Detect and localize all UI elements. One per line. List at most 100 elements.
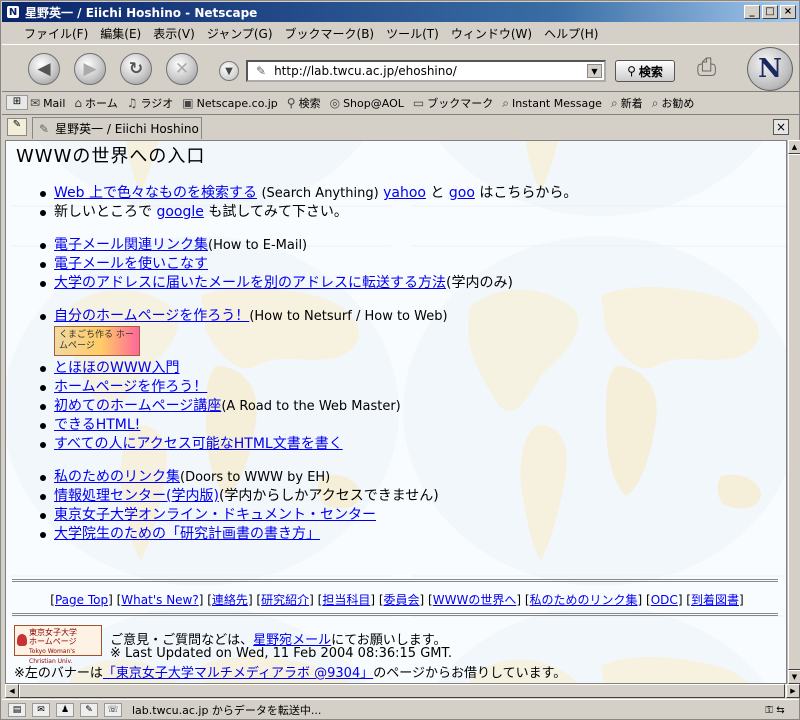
link-research-plan[interactable]: 大学院生のための「研究計画書の書き方」 (54, 526, 320, 542)
address-book-icon[interactable]: ☏ (104, 703, 122, 717)
link-tohoho[interactable]: とほほのWWW入門 (54, 360, 180, 376)
list-item: すべての人にアクセス可能なHTML文書を書く (38, 435, 778, 454)
homepage-links-list: 自分のホームページを作ろう！(How to Netsurf / How to W… (38, 307, 778, 326)
link-accessible-html[interactable]: すべての人にアクセス可能なHTML文書を書く (54, 436, 343, 452)
toolbar-item-netscape[interactable]: ▣ Netscape.co.jp (182, 96, 278, 110)
composer-icon[interactable]: ✎ (80, 703, 98, 717)
bookmark-icon: ⌕ (610, 95, 618, 110)
toolbar-item-home[interactable]: ⌂ ホーム (74, 95, 117, 111)
link-goo[interactable]: goo (449, 185, 475, 201)
toolbar-item-shop[interactable]: ◎ Shop@AOL (330, 96, 404, 110)
separator-bottom (12, 613, 778, 616)
link-odc[interactable]: 東京女子大学オンライン・ドキュメント・センター (54, 507, 376, 523)
aim-icon[interactable]: ♟ (56, 703, 74, 717)
scroll-right-button[interactable]: ▶ (786, 684, 800, 698)
menu-bar: ファイル(F) 編集(E) 表示(V) ジャンプ(G) ブックマーク(B) ツー… (2, 23, 799, 43)
toolbar-item-radio[interactable]: ♫ ラジオ (127, 95, 174, 111)
footer-link-www-world[interactable]: WWWの世界へ (433, 593, 517, 607)
menu-edit[interactable]: 編集(E) (94, 25, 147, 42)
footer-link-page-top[interactable]: Page Top (55, 593, 108, 607)
toolbar-item-search[interactable]: ⚲ 検索 (287, 95, 321, 111)
netscape-logo[interactable]: N (747, 47, 793, 91)
mail-icon[interactable]: ✉ (32, 703, 50, 717)
footer-link-contact[interactable]: 連絡先 (212, 593, 248, 607)
close-tab-button[interactable]: × (773, 119, 789, 135)
page-proxy-icon[interactable]: ✎ (256, 64, 266, 78)
link-create-homepage[interactable]: ホームページを作ろう！ (54, 379, 207, 395)
maximize-button[interactable]: □ (762, 5, 778, 19)
menu-tools[interactable]: ツール(T) (380, 25, 445, 42)
menu-window[interactable]: ウィンドウ(W) (445, 25, 538, 42)
footer-link-research[interactable]: 研究紹介 (261, 593, 309, 607)
page-footer: 東京女子大学 ホームページ Tokyo Woman's Christian Un… (14, 625, 566, 683)
menu-go[interactable]: ジャンプ(G) (201, 25, 279, 42)
separator-top (12, 579, 778, 582)
back-button[interactable]: ◀ (28, 53, 60, 85)
sidebar-toggle-icon[interactable]: ▤ (8, 703, 26, 717)
minimize-button[interactable]: _ (744, 5, 760, 19)
list-item: 電子メールを使いこなす (38, 255, 778, 274)
security-lock-icon[interactable]: ⚿ ⇆ (751, 705, 799, 716)
toolbar-item-instant-message[interactable]: ⌕ Instant Message (502, 96, 602, 111)
scroll-down-button[interactable]: ▼ (788, 670, 800, 684)
menu-view[interactable]: 表示(V) (147, 25, 201, 42)
toolbar-item-new[interactable]: ⌕ 新着 (611, 95, 643, 111)
toolbar-item-mail[interactable]: ✉ Mail (30, 96, 65, 110)
menu-file[interactable]: ファイル(F) (18, 25, 94, 42)
title-bar[interactable]: N 星野英一 / Eiichi Hoshino - Netscape _ □ × (2, 2, 799, 22)
mail-icon: ✉ (30, 96, 41, 110)
link-email-howto[interactable]: 電子メールを使いこなす (54, 256, 208, 272)
page-heading: WWWの世界への入口 (16, 146, 206, 167)
list-item: 大学のアドレスに届いたメールを別のアドレスに転送する方法(学内のみ) (38, 274, 778, 293)
list-item: 初めてのホームページ講座(A Road to the Web Master) (38, 397, 778, 416)
menu-bookmarks[interactable]: ブックマーク(B) (279, 25, 381, 42)
tab-current[interactable]: ✎ 星野英一 / Eiichi Hoshino (32, 117, 202, 139)
horizontal-scrollbar[interactable]: ◀ ▶ (5, 684, 800, 698)
link-first-homepage[interactable]: 初めてのホームページ講座 (54, 398, 221, 414)
toolbar-item-bookmarks[interactable]: ▭ ブックマーク (413, 95, 493, 111)
history-dropdown-button[interactable]: ▼ (219, 61, 239, 81)
link-yahoo[interactable]: yahoo (383, 185, 426, 201)
kumagochi-banner[interactable]: くまごち作る ホームページ (54, 326, 140, 356)
close-button[interactable]: × (780, 5, 796, 19)
link-web-search[interactable]: Web 上で色々なものを検索する (54, 185, 257, 201)
search-button[interactable]: ⚲ 検索 (615, 60, 675, 82)
horizontal-scroll-thumb[interactable] (19, 684, 785, 698)
footer-link-committee[interactable]: 委員会 (384, 593, 420, 607)
misc-links-list: 私のためのリンク集(Doors to WWW by EH) 情報処理センター(学… (38, 468, 778, 544)
footer-link-new-books[interactable]: 到着図書 (691, 593, 739, 607)
vertical-scroll-thumb[interactable] (788, 154, 800, 670)
scroll-left-button[interactable]: ◀ (5, 684, 19, 698)
url-field[interactable]: ✎ http://lab.twcu.ac.jp/ehoshino/ ▼ (246, 60, 606, 82)
url-dropdown-button[interactable]: ▼ (587, 64, 602, 78)
status-text: lab.twcu.ac.jp からデータを転送中... (132, 704, 322, 717)
reload-button[interactable]: ↻ (120, 53, 152, 85)
stop-button[interactable]: ✕ (166, 53, 198, 85)
status-bar: ▤ ✉ ♟ ✎ ☏ lab.twcu.ac.jp からデータを転送中... ⚿ … (2, 699, 799, 720)
footer-link-odc[interactable]: ODC (651, 593, 678, 607)
menu-help[interactable]: ヘルプ(H) (538, 25, 604, 42)
list-item: Web 上で色々なものを検索する (Search Anything) yahoo… (38, 184, 778, 203)
scroll-up-button[interactable]: ▲ (788, 140, 800, 154)
list-item: 私のためのリンク集(Doors to WWW by EH) (38, 468, 778, 487)
new-tab-icon[interactable]: ✎ (7, 118, 27, 136)
page-content: WWWの世界への入口 Web 上で色々なものを検索する (Search Anyt… (5, 140, 787, 684)
link-make-homepage[interactable]: 自分のホームページを作ろう！ (54, 308, 249, 324)
window-title: 星野英一 / Eiichi Hoshino - Netscape (25, 5, 258, 20)
footer-link-my-links[interactable]: 私のためのリンク集 (530, 593, 638, 607)
link-multimedia-lab[interactable]: 「東京女子大学マルチメディアラボ @9304」 (103, 666, 373, 681)
link-google[interactable]: google (156, 204, 203, 220)
link-dekiru-html[interactable]: できるHTML! (54, 417, 140, 433)
link-email-links[interactable]: 電子メール関連リンク集 (54, 237, 208, 253)
link-my-links[interactable]: 私のためのリンク集 (54, 469, 180, 485)
link-info-center[interactable]: 情報処理センター(学内版) (54, 488, 219, 504)
toolbar-item-recommend[interactable]: ⌕ お勧め (652, 95, 695, 111)
link-mail-forward[interactable]: 大学のアドレスに届いたメールを別のアドレスに転送する方法 (54, 275, 446, 291)
print-icon[interactable]: ⎙ (697, 53, 729, 81)
footer-link-courses[interactable]: 担当科目 (322, 593, 370, 607)
personal-toolbar-toggle-icon[interactable]: ⊞ (6, 95, 28, 110)
footer-link-whats-new[interactable]: What's New? (121, 593, 198, 607)
forward-button[interactable]: ▶ (74, 53, 106, 85)
twcu-banner[interactable]: 東京女子大学 ホームページ Tokyo Woman's Christian Un… (14, 625, 102, 665)
vertical-scrollbar[interactable]: ▲ ▼ (787, 140, 800, 684)
